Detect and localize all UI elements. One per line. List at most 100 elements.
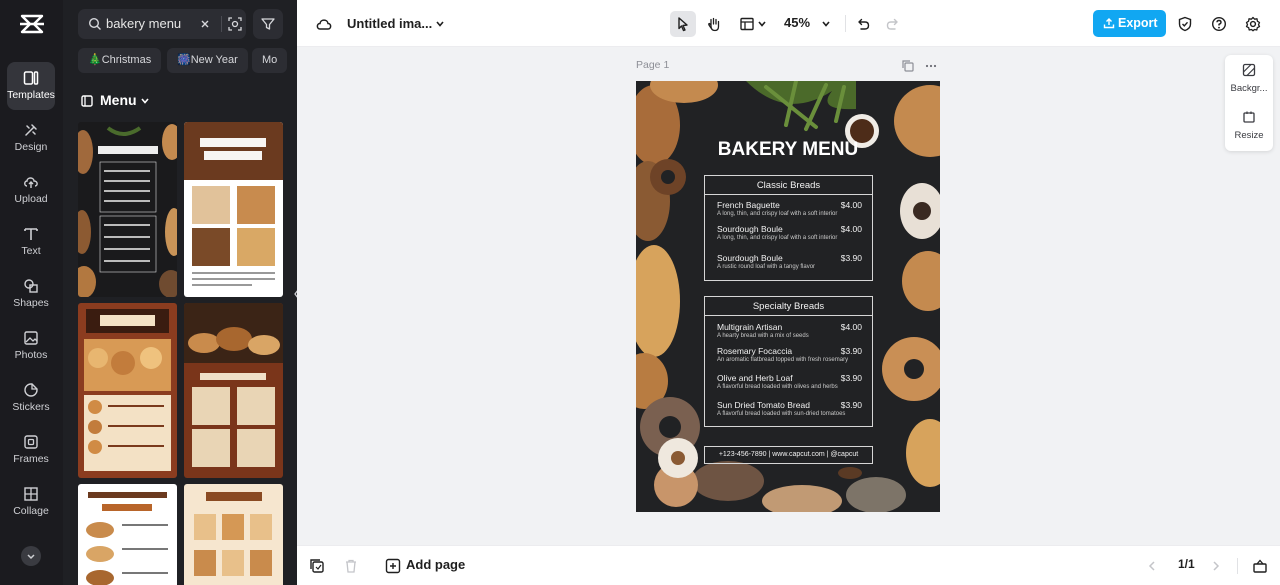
item-price: $3.90 bbox=[840, 253, 862, 263]
rail-item-label: Design bbox=[14, 141, 48, 153]
upload-icon bbox=[24, 177, 38, 188]
project-name: Untitled ima... bbox=[347, 16, 433, 31]
menu-section-specialty: Specialty Breads Multigrain Artisan $4.0… bbox=[704, 296, 873, 427]
layout-icon bbox=[740, 17, 754, 31]
export-button[interactable]: Export bbox=[1093, 10, 1166, 37]
template-thumbnail-best-sellers[interactable] bbox=[184, 303, 283, 478]
item-desc: A flavorful bread loaded with olives and… bbox=[717, 384, 838, 390]
rail-item-stickers[interactable]: Stickers bbox=[7, 374, 55, 422]
divider bbox=[1237, 558, 1238, 574]
hand-icon bbox=[708, 17, 720, 32]
template-preview-image bbox=[84, 309, 171, 471]
undo-button[interactable] bbox=[850, 11, 876, 37]
pointer-icon bbox=[678, 17, 688, 32]
rail-item-label: Upload bbox=[14, 193, 48, 205]
template-thumbnail-art-of-baking[interactable] bbox=[184, 122, 283, 297]
item-desc: A long, thin, and crispy loaf with a sof… bbox=[717, 211, 838, 217]
template-thumbnail-special-bakery-menu[interactable] bbox=[78, 484, 177, 585]
template-thumbnail-bakery-menu[interactable] bbox=[78, 122, 177, 297]
image-search-icon[interactable] bbox=[227, 16, 243, 32]
chip-christmas[interactable]: 🎄Christmas bbox=[78, 48, 162, 73]
item-name: Rosemary Focaccia bbox=[717, 346, 793, 356]
text-icon bbox=[24, 228, 38, 240]
chevron-down-icon bbox=[822, 21, 830, 27]
resize-tool[interactable]: Resize bbox=[1225, 104, 1273, 148]
chevron-right-icon[interactable] bbox=[1208, 558, 1224, 574]
rail-item-design[interactable]: Design bbox=[7, 114, 55, 162]
select-tool-button[interactable] bbox=[670, 11, 696, 37]
clear-search-icon[interactable] bbox=[198, 17, 212, 31]
redo-button[interactable] bbox=[880, 11, 906, 37]
item-desc: A flavorful bread loaded with sun-dried … bbox=[717, 411, 846, 417]
chip-more[interactable]: Mo bbox=[252, 48, 288, 73]
background-icon bbox=[1242, 63, 1256, 77]
rail-item-text[interactable]: Text bbox=[7, 218, 55, 266]
zoom-level[interactable]: 45% bbox=[784, 15, 830, 30]
cloud-icon bbox=[316, 19, 332, 30]
settings-button[interactable] bbox=[1240, 11, 1266, 37]
help-button[interactable] bbox=[1206, 11, 1232, 37]
template-thumbnail-bakery[interactable] bbox=[78, 303, 177, 478]
rail-item-upload[interactable]: Upload bbox=[7, 166, 55, 214]
rail-item-label: Photos bbox=[14, 349, 48, 361]
layers-icon[interactable] bbox=[309, 558, 325, 574]
collage-icon bbox=[24, 487, 38, 501]
item-price: $3.90 bbox=[840, 346, 862, 356]
chevron-down-icon bbox=[27, 554, 35, 560]
templates-icon bbox=[23, 71, 39, 85]
undo-icon bbox=[858, 18, 870, 30]
search-value[interactable]: bakery menu bbox=[106, 16, 181, 31]
left-rail: Templates Design Upload Text Shapes Phot… bbox=[0, 0, 63, 585]
rail-item-label: Shapes bbox=[13, 297, 49, 309]
rail-item-collage[interactable]: Collage bbox=[7, 478, 55, 526]
chevron-down-icon bbox=[758, 21, 766, 27]
rail-item-shapes[interactable]: Shapes bbox=[7, 270, 55, 318]
section-title-label: Menu bbox=[100, 92, 137, 108]
chevron-down-icon bbox=[141, 98, 149, 104]
rail-item-label: Collage bbox=[13, 505, 49, 517]
zoom-value: 45% bbox=[784, 15, 811, 30]
chip-new-year[interactable]: 🎆New Year bbox=[167, 48, 248, 73]
divider bbox=[221, 16, 222, 32]
page-indicator: 1/1 bbox=[1178, 557, 1195, 571]
item-name: Sun Dried Tomato Bread bbox=[717, 400, 810, 410]
more-icon[interactable] bbox=[924, 59, 938, 73]
rail-item-frames[interactable]: Frames bbox=[7, 426, 55, 474]
stickers-icon bbox=[24, 383, 38, 397]
search-icon bbox=[88, 17, 101, 30]
filter-button[interactable] bbox=[253, 9, 283, 39]
design-icon bbox=[25, 124, 37, 136]
templates-panel: bakery menu 🎄Christmas 🎆New Year Mo Menu bbox=[63, 0, 297, 585]
capcut-logo[interactable] bbox=[19, 12, 45, 36]
template-preview-image bbox=[184, 122, 283, 286]
add-page-label: Add page bbox=[406, 557, 466, 572]
rail-item-photos[interactable]: Photos bbox=[7, 322, 55, 370]
page-label: Page 1 bbox=[636, 59, 670, 71]
chevron-left-icon[interactable] bbox=[1144, 558, 1160, 574]
help-icon bbox=[1211, 16, 1227, 32]
rail-item-templates[interactable]: Templates bbox=[7, 62, 55, 110]
menu-section-classic: Classic Breads French Baguette $4.00 A l… bbox=[704, 175, 873, 281]
duplicate-page-icon[interactable] bbox=[901, 59, 915, 73]
contact-info: +123-456-7890 | www.capcut.com | @capcut bbox=[704, 446, 873, 464]
chevron-down-icon bbox=[436, 21, 444, 27]
layout-button[interactable] bbox=[734, 11, 770, 37]
shapes-icon bbox=[24, 279, 38, 293]
shield-button[interactable] bbox=[1172, 11, 1198, 37]
rail-more-button[interactable] bbox=[21, 546, 41, 566]
hand-tool-button[interactable] bbox=[701, 11, 727, 37]
design-page[interactable]: BAKERY MENU Classic Breads French Baguet… bbox=[636, 81, 940, 512]
item-price: $4.00 bbox=[840, 224, 862, 234]
pages-panel-icon[interactable] bbox=[1252, 558, 1268, 574]
search-input[interactable]: bakery menu bbox=[78, 9, 246, 39]
trash-icon[interactable] bbox=[343, 558, 359, 574]
template-preview-image bbox=[184, 303, 283, 467]
rail-item-label: Stickers bbox=[12, 401, 50, 413]
template-thumbnail-bakery-menu-cream[interactable] bbox=[184, 484, 283, 585]
bottom-bar: Add page 1/1 bbox=[297, 545, 1280, 585]
tool-label: Backgr... bbox=[1230, 83, 1268, 94]
background-tool[interactable]: Backgr... bbox=[1225, 57, 1273, 101]
item-price: $4.00 bbox=[840, 322, 862, 332]
item-price: $4.00 bbox=[840, 200, 862, 210]
item-price: $3.90 bbox=[840, 400, 862, 410]
